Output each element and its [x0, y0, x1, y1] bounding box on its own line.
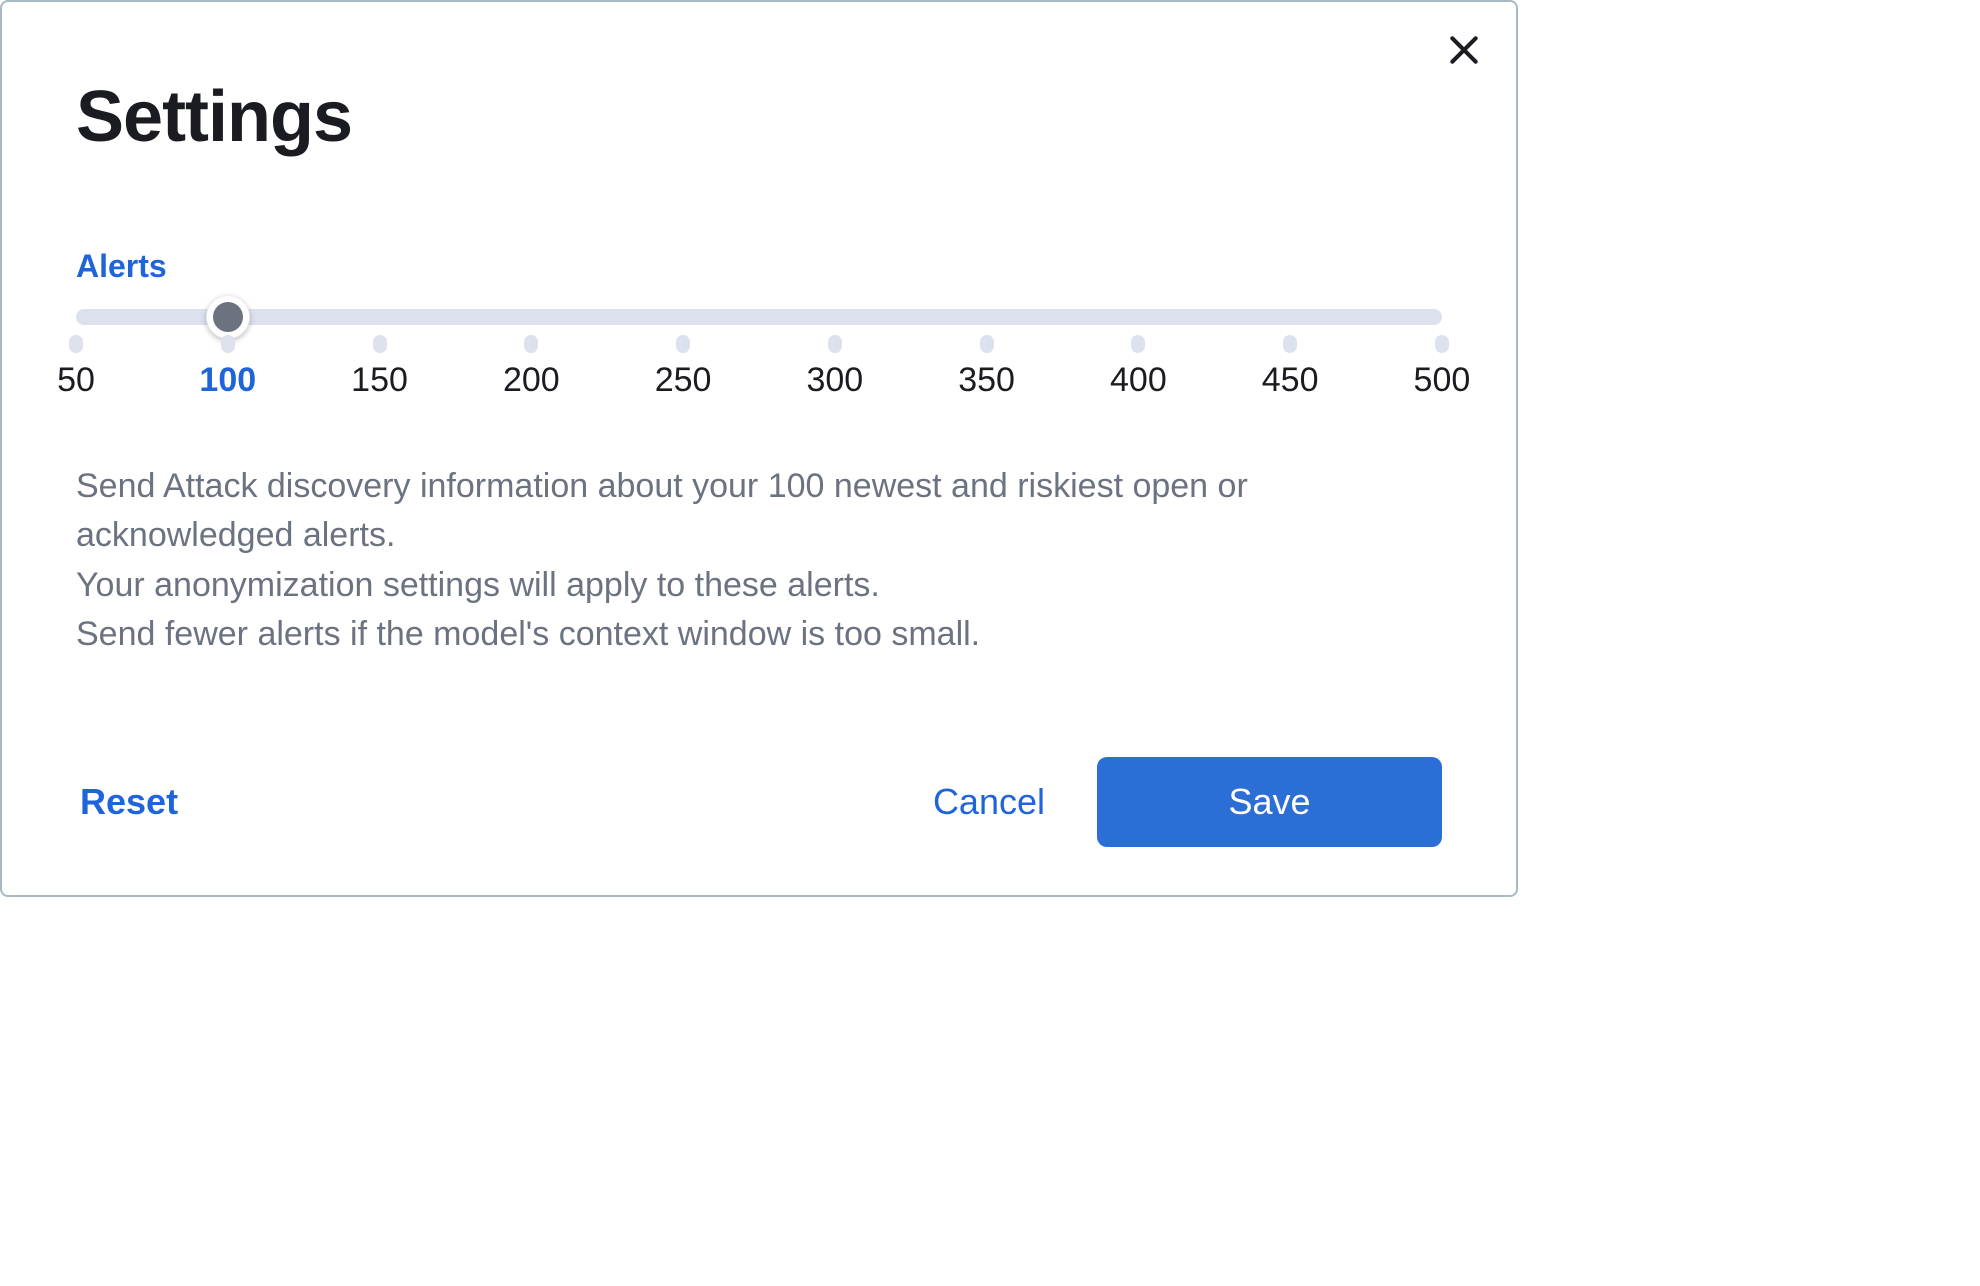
- description-line: Send Attack discovery information about …: [76, 462, 1442, 561]
- slider-tick-dot: [221, 335, 235, 353]
- slider-tick-dot: [828, 335, 842, 353]
- slider-tick-label: 250: [655, 361, 712, 400]
- save-button[interactable]: Save: [1097, 757, 1442, 847]
- slider-description: Send Attack discovery information about …: [76, 462, 1442, 659]
- settings-modal: Settings Alerts 50 100 150 200 250 300 350 400 4…: [0, 0, 1518, 897]
- slider-tick-label: 350: [958, 361, 1015, 400]
- slider-tick-label: 500: [1414, 361, 1471, 400]
- slider-tick-dot: [524, 335, 538, 353]
- slider-tick-label: 150: [351, 361, 408, 400]
- slider-tick-label: 100: [199, 361, 256, 400]
- cancel-button[interactable]: Cancel: [929, 773, 1049, 831]
- slider-track[interactable]: [76, 309, 1442, 325]
- slider-tick-dot: [69, 335, 83, 353]
- slider-tick-label: 200: [503, 361, 560, 400]
- slider-tick-label: 400: [1110, 361, 1167, 400]
- description-line: Send fewer alerts if the model's context…: [76, 610, 1442, 659]
- slider-ticks: 50100150200250300350400450500: [76, 325, 1442, 400]
- slider-thumb-inner: [213, 302, 243, 332]
- slider-tick-dot: [1283, 335, 1297, 353]
- slider-thumb[interactable]: [206, 295, 250, 339]
- alerts-slider[interactable]: 50100150200250300350400450500: [76, 309, 1442, 400]
- description-line: Your anonymization settings will apply t…: [76, 561, 1442, 610]
- slider-tick-label: 450: [1262, 361, 1319, 400]
- reset-button[interactable]: Reset: [76, 773, 182, 831]
- slider-tick-dot: [980, 335, 994, 353]
- footer-actions: Cancel Save: [929, 757, 1442, 847]
- slider-label: Alerts: [76, 248, 1442, 285]
- slider-tick-dot: [676, 335, 690, 353]
- slider-tick-label: 300: [806, 361, 863, 400]
- modal-footer: Reset Cancel Save: [76, 717, 1442, 847]
- slider-tick-label: 50: [57, 361, 95, 400]
- close-icon: [1444, 30, 1484, 70]
- close-button[interactable]: [1444, 30, 1484, 75]
- slider-tick-dot: [1435, 335, 1449, 353]
- slider-tick-dot: [373, 335, 387, 353]
- modal-title: Settings: [76, 76, 1442, 158]
- slider-tick-dot: [1131, 335, 1145, 353]
